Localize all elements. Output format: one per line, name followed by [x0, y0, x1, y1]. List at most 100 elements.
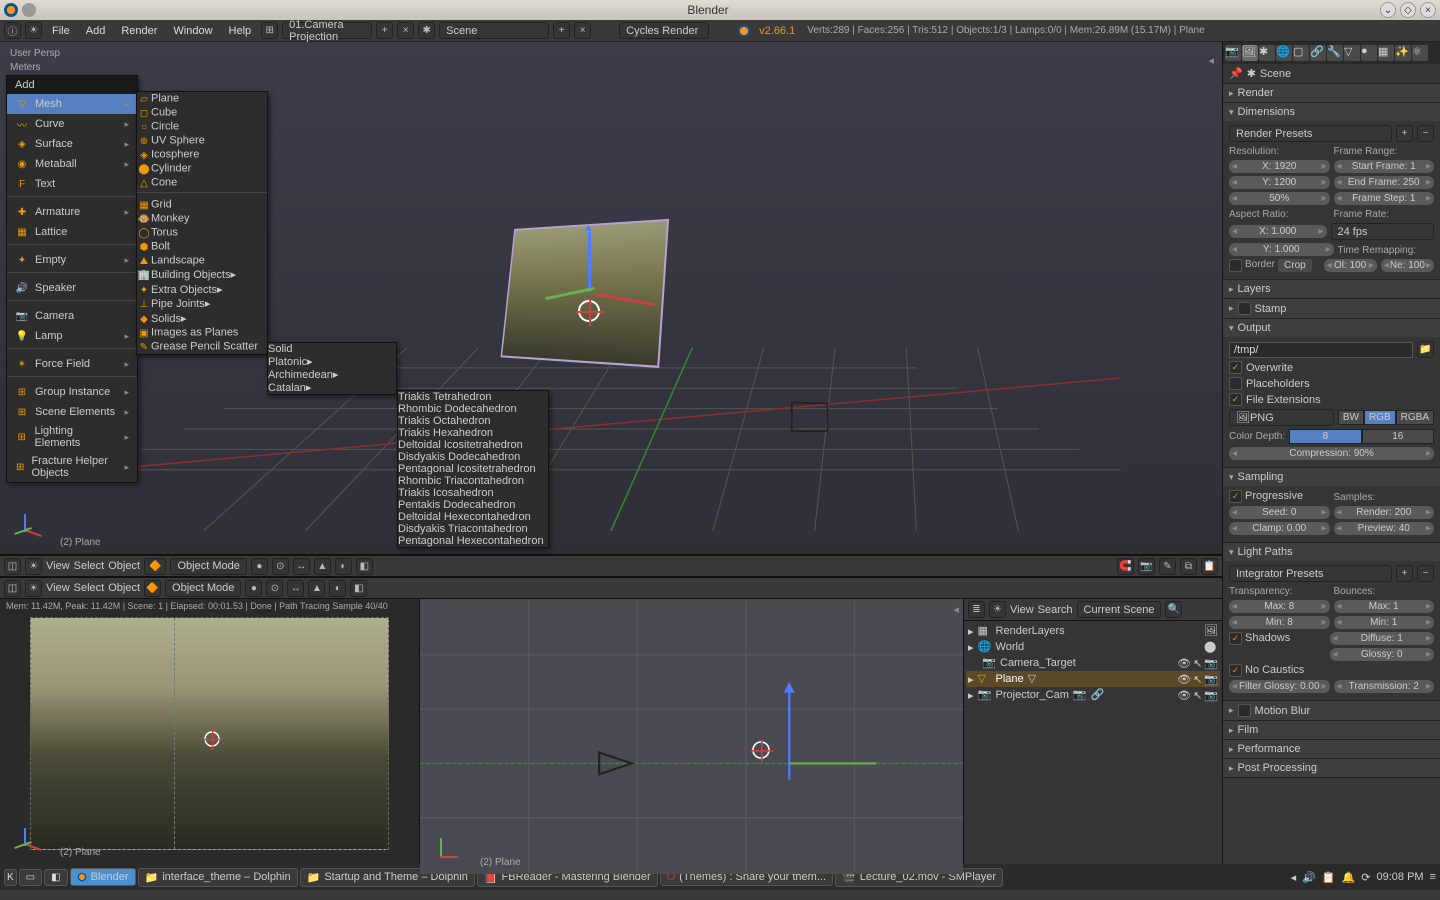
catalan-triakis-icosa[interactable]: Triakis Icosahedron: [398, 487, 548, 499]
layout-del-icon[interactable]: ×: [397, 22, 414, 39]
mesh-uvsphere[interactable]: ⊕UV Sphere: [137, 134, 267, 148]
glossy-field[interactable]: Glossy: 0: [1330, 648, 1435, 661]
tab-material[interactable]: ●: [1361, 45, 1377, 61]
trans-max[interactable]: Max: 8: [1229, 600, 1330, 613]
menu-render[interactable]: Render: [115, 23, 163, 39]
progressive-check[interactable]: ✓: [1229, 490, 1242, 503]
panel-dimensions-header[interactable]: ▾Dimensions: [1223, 103, 1440, 121]
outliner-plane[interactable]: ▸▽ Plane ▽ 👁 ↖ 📷: [966, 671, 1220, 687]
panel-render-header[interactable]: ▸Render: [1223, 84, 1440, 102]
pivot-icon-2[interactable]: ⊙: [266, 580, 283, 597]
renderable-icon[interactable]: 📷: [1204, 657, 1218, 670]
bounce-min[interactable]: Min: 1: [1334, 616, 1435, 629]
depth-8[interactable]: 8: [1289, 429, 1361, 444]
mesh-images-planes[interactable]: ▣Images as Planes: [137, 326, 267, 340]
rgba-button[interactable]: RGBA: [1396, 410, 1434, 425]
editor-type-icon[interactable]: ⓘ: [4, 22, 21, 39]
depth-16[interactable]: 16: [1362, 429, 1434, 444]
menu-help[interactable]: Help: [223, 23, 258, 39]
activity-icon[interactable]: ◧: [44, 869, 67, 886]
add-forcefield[interactable]: ✴Force Field▸: [7, 354, 137, 374]
minimize-button[interactable]: ⌄: [1380, 2, 1396, 18]
start-frame-field[interactable]: Start Frame: 1: [1334, 160, 1435, 173]
mesh-solids[interactable]: ◆Solids▸: [137, 312, 267, 327]
diffuse-field[interactable]: Diffuse: 1: [1330, 632, 1435, 645]
plane-object[interactable]: [501, 219, 670, 368]
mesh-cylinder[interactable]: ⬤Cylinder: [137, 162, 267, 176]
crop-toggle[interactable]: Crop: [1278, 259, 1312, 272]
solids-solid[interactable]: Solid: [268, 343, 396, 355]
mesh-grid[interactable]: ▦Grid: [137, 198, 267, 212]
selectable-icon[interactable]: ↖: [1193, 673, 1202, 686]
mesh-data-icon[interactable]: ▽: [1028, 672, 1042, 686]
vp2-menu-object[interactable]: Object: [108, 582, 140, 594]
tab-object[interactable]: ▢: [1293, 45, 1309, 61]
panel-motionblur[interactable]: ▸Motion Blur: [1223, 701, 1440, 720]
image-icon[interactable]: 🖼: [1204, 624, 1218, 638]
selectable-icon[interactable]: ↖: [1193, 657, 1202, 670]
output-path-field[interactable]: /tmp/: [1229, 342, 1413, 358]
outliner-search[interactable]: Search: [1038, 604, 1073, 616]
seed-field[interactable]: Seed: 0: [1229, 506, 1330, 519]
add-metaball[interactable]: ◉Metaball▸: [7, 154, 137, 174]
mesh-gpencil-scatter[interactable]: ✎Grease Pencil Scatter: [137, 340, 267, 354]
mesh-monkey[interactable]: 🐵Monkey: [137, 212, 267, 226]
close-button[interactable]: ×: [1420, 2, 1436, 18]
render-viewport[interactable]: Mem: 11.42M, Peak: 11.42M | Scene: 1 | E…: [0, 599, 420, 864]
scene-selector[interactable]: Scene: [439, 22, 549, 39]
scene-browse-icon[interactable]: ✱: [418, 22, 435, 39]
integrator-presets[interactable]: Integrator Presets: [1229, 565, 1392, 582]
add-armature[interactable]: ✚Armature▸: [7, 202, 137, 222]
new-field[interactable]: Ne: 100: [1381, 259, 1434, 272]
clamp-field[interactable]: Clamp: 0.00: [1229, 522, 1330, 535]
tray-expand-icon[interactable]: ◂: [1291, 871, 1297, 884]
catalan-deltoidal-icosi[interactable]: Deltoidal Icositetrahedron: [398, 439, 548, 451]
menu-add[interactable]: Add: [80, 23, 112, 39]
mblur-check[interactable]: [1238, 704, 1251, 717]
manip-r-2[interactable]: ◐: [329, 580, 346, 597]
panel-film[interactable]: ▸Film: [1223, 721, 1440, 739]
compression-field[interactable]: Compression: 90%: [1229, 447, 1434, 460]
mesh-plane[interactable]: ▱Plane: [137, 92, 267, 106]
add-lamp[interactable]: 💡Lamp▸: [7, 326, 137, 346]
renderable-icon[interactable]: 📷: [1204, 673, 1218, 686]
panel-post[interactable]: ▸Post Processing: [1223, 759, 1440, 777]
shadows-check[interactable]: ✓: [1229, 632, 1242, 645]
res-pct-field[interactable]: 50%: [1229, 192, 1330, 205]
vp2-menu-select[interactable]: Select: [74, 582, 105, 594]
tab-render-layers[interactable]: 🖼: [1242, 45, 1258, 61]
manip-s-2[interactable]: ◧: [350, 580, 367, 597]
tab-constraints[interactable]: 🔗: [1310, 45, 1326, 61]
outliner-render-icon[interactable]: ☀: [989, 601, 1006, 618]
shading-icon-2[interactable]: ●: [245, 580, 262, 597]
tray-volume-icon[interactable]: 🔊: [1302, 871, 1316, 884]
mesh-pipejoints[interactable]: ⊥Pipe Joints▸: [137, 297, 267, 312]
menu-file[interactable]: File: [46, 23, 76, 39]
mode-selector-2[interactable]: Object Mode: [165, 580, 241, 597]
outliner-projector-cam[interactable]: ▸📷 Projector_Cam 📷 🔗 👁 ↖ 📷: [966, 687, 1220, 703]
catalan-rhombic-triaconta[interactable]: Rhombic Triacontahedron: [398, 475, 548, 487]
maximize-button[interactable]: ◇: [1400, 2, 1416, 18]
tab-scene[interactable]: ✱: [1259, 45, 1275, 61]
stamp-check[interactable]: [1238, 302, 1251, 315]
manip-toggle-2[interactable]: ↔: [287, 580, 304, 597]
panel-layers-header[interactable]: ▸Layers: [1223, 280, 1440, 298]
panel-performance[interactable]: ▸Performance: [1223, 740, 1440, 758]
mesh-cube[interactable]: ◻Cube: [137, 106, 267, 120]
panel-stamp-header[interactable]: ▸Stamp: [1223, 299, 1440, 318]
outliner-filter-icon[interactable]: 🔍: [1165, 601, 1182, 618]
frame-step-field[interactable]: Frame Step: 1: [1334, 192, 1435, 205]
old-field[interactable]: Ol: 100: [1324, 259, 1377, 272]
tray-clipboard-icon[interactable]: 📋: [1322, 871, 1336, 884]
mesh-circle[interactable]: ○Circle: [137, 120, 267, 134]
rgb-button[interactable]: RGB: [1364, 410, 1396, 425]
header-render-icon-2[interactable]: ☀: [25, 580, 42, 597]
add-scene-elements[interactable]: ⊞Scene Elements▸: [7, 402, 137, 422]
catalan-pentagonal-hexeconta[interactable]: Pentagonal Hexecontahedron: [398, 535, 548, 547]
tray-notifications-icon[interactable]: 🔔: [1342, 871, 1356, 884]
clock[interactable]: 09:08 PM: [1376, 871, 1423, 883]
mesh-building[interactable]: 🏢Building Objects▸: [137, 268, 267, 283]
aspect-y-field[interactable]: Y: 1.000: [1229, 243, 1334, 256]
border-checkbox[interactable]: [1229, 259, 1242, 272]
visibility-icon[interactable]: 👁: [1177, 689, 1191, 702]
